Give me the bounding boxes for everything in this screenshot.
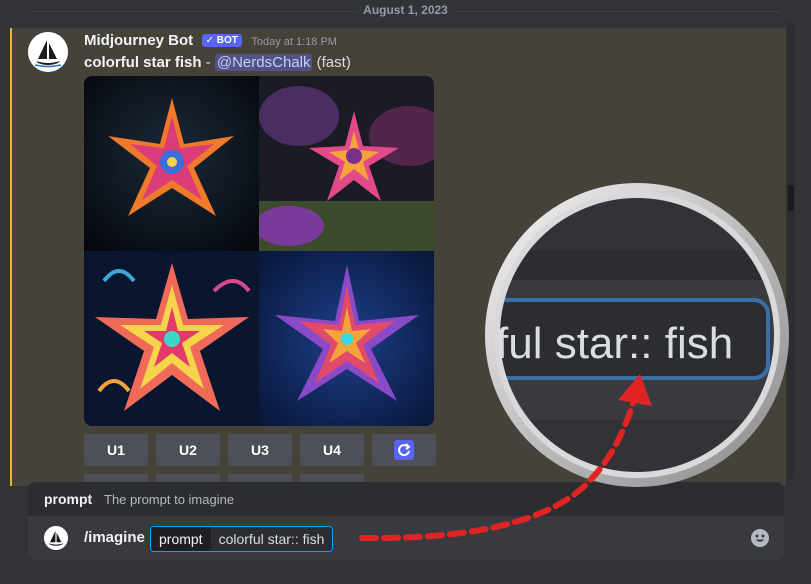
user-mention[interactable]: @NerdsChalk [214, 54, 313, 71]
separator: - [201, 54, 215, 71]
reroll-button[interactable] [372, 434, 436, 466]
prompt-text: colorful star fish [84, 54, 202, 71]
image-tile-1[interactable] [84, 76, 259, 251]
upscale-button-1[interactable]: U1 [84, 434, 148, 466]
option-description: The prompt to imagine [104, 492, 235, 507]
option-name: prompt [44, 491, 93, 507]
message-header: Midjourney Bot ✓ BOT Today at 1:18 PM [84, 32, 337, 50]
starfish-image-1 [84, 76, 259, 251]
upscale-button-4[interactable]: U4 [300, 434, 364, 466]
option-value[interactable]: colorful star:: fish [210, 527, 333, 551]
command-app-icon [44, 526, 68, 550]
image-tile-4[interactable] [259, 251, 434, 426]
sailboat-icon [28, 32, 68, 72]
emoji-button[interactable] [750, 528, 770, 548]
starfish-image-2 [259, 76, 434, 251]
date-divider-text: August 1, 2023 [357, 3, 454, 17]
speed-label: (fast) [316, 54, 351, 71]
upscale-button-2[interactable]: U2 [156, 434, 220, 466]
refresh-icon [394, 440, 414, 460]
zoom-magnifier: ful star:: fish [482, 180, 792, 490]
sailboat-icon [44, 526, 68, 550]
timestamp: Today at 1:18 PM [251, 36, 337, 48]
smiley-icon [751, 529, 769, 547]
bot-avatar[interactable] [28, 32, 68, 72]
username[interactable]: Midjourney Bot [84, 32, 193, 49]
upscale-button-3[interactable]: U3 [228, 434, 292, 466]
bot-tag: ✓ BOT [201, 34, 242, 47]
date-divider: August 1, 2023 [0, 0, 811, 22]
message-content: colorful star fish - @NerdsChalk (fast) [84, 54, 351, 71]
mention-highlight-bar [10, 28, 12, 486]
image-tile-3[interactable] [84, 251, 259, 426]
zoomed-option-text: ful star:: fish [496, 319, 734, 368]
command-name: /imagine [84, 529, 145, 546]
starfish-image-3 [84, 251, 259, 426]
image-grid[interactable] [84, 76, 434, 426]
option-key: prompt [151, 527, 211, 551]
message-input[interactable]: /imagine prompt colorful star:: fish [28, 516, 784, 560]
prompt-option-field[interactable]: prompt colorful star:: fish [150, 526, 334, 552]
starfish-image-4 [259, 251, 434, 426]
image-tile-2[interactable] [259, 76, 434, 251]
